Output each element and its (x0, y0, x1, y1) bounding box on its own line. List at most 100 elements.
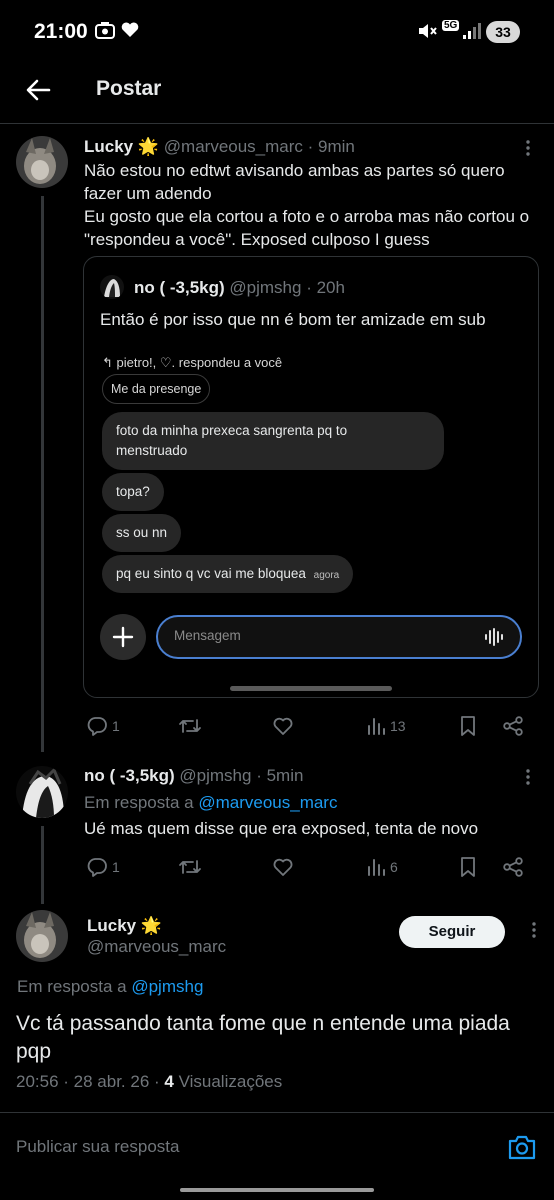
dm-reply-header: ↰ pietro!, ♡. respondeu a você (102, 355, 283, 370)
network-5g: 5G (442, 20, 460, 31)
reply-count: 1 (112, 859, 120, 875)
repost-button[interactable] (178, 712, 202, 740)
page-title: Postar (96, 77, 162, 100)
main-tweet-text-line: Vc tá passando tanta fome que n entende … (16, 1012, 510, 1035)
tweet-actions: 1 13 (84, 712, 534, 742)
home-indicator (180, 1188, 374, 1192)
bookmark-button[interactable] (458, 853, 478, 881)
avatar[interactable] (16, 910, 68, 962)
reply-to-handle[interactable]: @marveous_marc (198, 793, 337, 812)
quote-text: Então é por isso que nn é bom ter amizad… (100, 310, 486, 329)
avatar[interactable] (16, 766, 68, 818)
author-name[interactable]: Lucky (87, 916, 136, 935)
dm-message-input: Mensagem (156, 615, 522, 659)
tweet-text-line: "respondeu a você". Exposed culposo I gu… (84, 230, 430, 249)
repost-button[interactable] (178, 853, 202, 881)
top-app-bar: Postar (0, 64, 554, 124)
more-options-icon[interactable] (524, 920, 544, 940)
tweet-author-row: no ( -3,5kg) @pjmshg · 5min (84, 765, 303, 787)
status-time: 21:00 (34, 20, 88, 43)
voice-wave-icon (485, 628, 503, 646)
tweet-text-line: Não estou no edtwt avisando ambas as par… (84, 161, 505, 180)
tweet-timestamp: 20:56 · 28 abr. 26 · (16, 1072, 160, 1091)
tweet-text-line: Ué mas quem disse que era exposed, tenta… (84, 819, 479, 838)
reply-icon (87, 858, 107, 877)
more-options-icon[interactable] (518, 138, 538, 158)
main-author-name-row: Lucky 🌟 (87, 915, 162, 937)
more-options-icon[interactable] (518, 767, 538, 787)
tweet-time: · 5min (256, 766, 304, 785)
author-handle[interactable]: @pjmshg (179, 766, 251, 785)
thread-connector (41, 826, 44, 904)
views-chart-icon (368, 859, 385, 876)
quoted-tweet[interactable]: no ( -3,5kg) @pjmshg · 20h Então é por i… (83, 256, 539, 698)
main-tweet-text-line: pqp (16, 1040, 52, 1063)
dm-message-time: agora (313, 570, 340, 581)
tweet-author-row: Lucky 🌟 @marveous_marc · 9min (84, 136, 355, 158)
tweet-time: · 9min (307, 137, 355, 156)
reply-count: 1 (112, 718, 120, 734)
tweet-text-line: fazer um adendo (84, 184, 212, 203)
bookmark-icon (461, 716, 475, 736)
author-handle[interactable]: @marveous_marc (87, 936, 226, 958)
author-name[interactable]: no ( -3,5kg) (84, 766, 175, 785)
reply-arrow-icon: ↰ (102, 355, 113, 370)
share-icon (503, 716, 523, 736)
share-button[interactable] (502, 853, 524, 881)
signal-icon (463, 23, 481, 39)
author-name[interactable]: Lucky (84, 137, 133, 156)
share-button[interactable] (502, 712, 524, 740)
sun-emoji: 🌟 (137, 137, 160, 156)
status-bar: 21:00 5G 33 (0, 0, 554, 64)
tweet-actions: 1 6 (84, 853, 534, 883)
sun-emoji: 🌟 (140, 916, 163, 935)
reply-button[interactable]: 1 (86, 712, 120, 740)
camera-icon[interactable] (507, 1133, 537, 1161)
like-button[interactable] (272, 712, 294, 740)
heart-icon (273, 858, 293, 876)
views-count: 6 (390, 859, 398, 875)
dm-own-message: Me da presenge (102, 374, 211, 404)
repost-icon (179, 860, 201, 874)
quote-time: · 20h (306, 278, 345, 297)
views-button[interactable]: 13 (366, 712, 406, 740)
plus-icon (112, 626, 134, 648)
reply-context: Em resposta a @pjmshg (17, 977, 204, 996)
tweet-meta: 20:56 · 28 abr. 26 · 4 Visualizações (16, 1071, 282, 1093)
repost-icon (179, 719, 201, 733)
quote-author-row: no ( -3,5kg) @pjmshg · 20h (134, 277, 345, 299)
views-count: 4 (164, 1072, 174, 1091)
reply-button[interactable]: 1 (86, 853, 120, 881)
views-button[interactable]: 6 (366, 853, 398, 881)
author-handle[interactable]: @marveous_marc (164, 137, 303, 156)
mute-icon (419, 24, 437, 38)
reply-icon (87, 717, 107, 736)
views-chart-icon (368, 718, 385, 735)
quote-author-handle: @pjmshg (229, 278, 302, 297)
reply-context: Em resposta a @marveous_marc (84, 793, 338, 812)
bookmark-icon (461, 857, 475, 877)
battery-indicator: 33 (486, 21, 520, 43)
camera-icon (95, 22, 115, 39)
follow-button[interactable]: Seguir (399, 916, 505, 948)
heart-icon (121, 22, 139, 37)
back-arrow-icon[interactable] (24, 76, 52, 104)
screenshot-home-indicator (230, 686, 392, 691)
views-label[interactable]: Visualizações (179, 1072, 283, 1091)
avatar[interactable] (16, 136, 68, 188)
reply-to-handle[interactable]: @pjmshg (131, 977, 203, 996)
share-icon (503, 857, 523, 877)
dm-message-bubble: foto da minha prexeca sangrenta pq to me… (102, 412, 444, 470)
quote-author-name: no ( -3,5kg) (134, 278, 225, 297)
bookmark-button[interactable] (458, 712, 478, 740)
dm-message-bubble: ss ou nn (102, 514, 182, 552)
reply-input[interactable]: Publicar sua resposta (16, 1137, 179, 1157)
views-count: 13 (390, 718, 406, 734)
like-button[interactable] (272, 853, 294, 881)
dm-message-bubble: pq eu sinto q vc vai me bloquea agora (102, 555, 354, 593)
dm-message-bubble: topa? (102, 473, 164, 511)
reply-composer-bar: Publicar sua resposta (0, 1112, 554, 1182)
dm-plus-button (100, 614, 146, 660)
tweet-text-line: Eu gosto que ela cortou a foto e o arrob… (84, 207, 530, 226)
thread-connector (41, 196, 44, 752)
